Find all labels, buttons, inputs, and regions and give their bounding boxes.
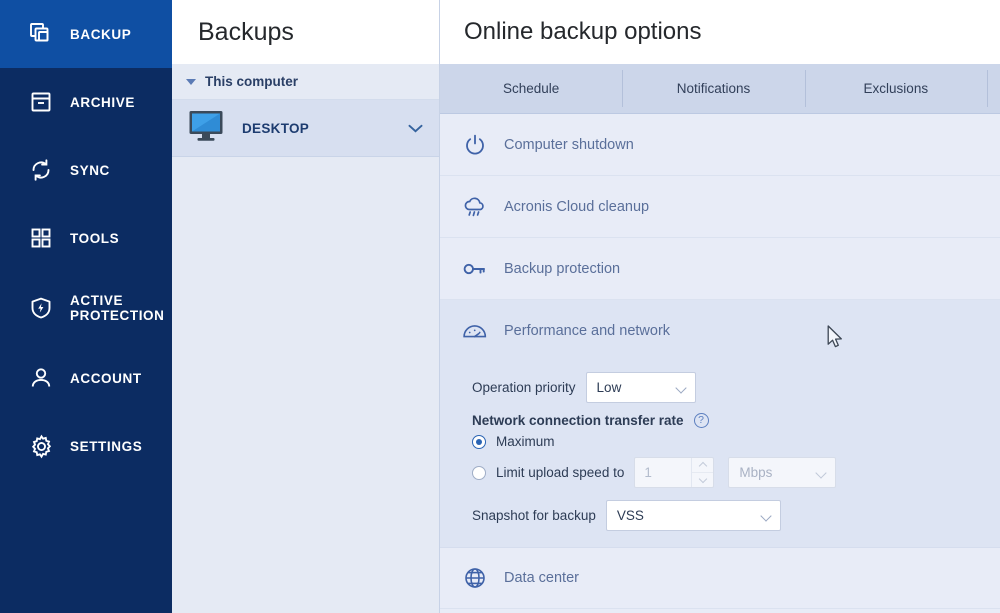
section-performance-and-network[interactable]: Performance and network [440,300,1000,362]
operation-priority-label: Operation priority [472,380,576,395]
sidebar-item-active-protection[interactable]: ACTIVE PROTECTION [0,272,172,344]
operation-priority-row: Operation priority Low [440,372,1000,403]
transfer-rate-maximum-row[interactable]: Maximum [440,434,1000,449]
upload-speed-stepper[interactable]: 1 [634,457,715,488]
archive-box-icon [26,87,56,117]
options-panel-header: Online backup options [440,0,1000,64]
snapshot-select-wrap: VSS [605,500,781,531]
caret-down-icon [186,78,196,85]
sidebar-item-label: BACKUP [70,26,132,42]
section-label: Performance and network [504,323,671,339]
section-computer-shutdown[interactable]: Computer shutdown [440,114,1000,176]
monitor-icon [188,109,226,148]
chevron-down-icon [698,474,708,483]
performance-and-network-body: Operation priority Low Network connectio… [440,362,1000,547]
upload-unit-select[interactable]: Mbps [728,457,837,488]
operation-priority-select[interactable]: Low [585,372,696,403]
sidebar-item-label: ACTIVE PROTECTION [70,293,165,323]
sidebar-item-sync[interactable]: SYNC [0,136,172,204]
sidebar-item-settings[interactable]: SETTINGS [0,412,172,480]
radio-limit-upload-speed[interactable] [472,465,486,480]
stepper-buttons [691,458,714,488]
snapshot-label: Snapshot for backup [472,508,596,523]
application-window: BACKUP ARCHIVE SYNC TOOLS ACTIVE PROTECT… [0,0,1000,613]
sidebar-item-label: SYNC [70,162,110,178]
tab-label: Schedule [503,81,560,96]
sidebar-item-label: ACCOUNT [70,370,142,386]
tab-label: Notifications [676,81,751,96]
snapshot-select[interactable]: VSS [605,500,781,531]
tab-exclusions[interactable]: Exclusions [804,64,987,113]
sidebar-item-tools[interactable]: TOOLS [0,204,172,272]
options-title: Online backup options [464,18,702,45]
tab-schedule[interactable]: Schedule [440,64,622,113]
section-data-center[interactable]: Data center [440,547,1000,609]
tabbar-right-edge [986,64,1000,113]
snapshot-row: Snapshot for backup VSS [440,500,1000,531]
tab-notifications[interactable]: Notifications [622,64,804,113]
section-backup-protection[interactable]: Backup protection [440,238,1000,300]
globe-icon [462,565,488,591]
section-label: Acronis Cloud cleanup [504,198,650,215]
page-title: Backups [198,17,294,46]
shield-bolt-icon [26,293,56,323]
upload-unit-select-wrap: Mbps [728,457,837,488]
backups-group-this-computer[interactable]: This computer [172,64,439,100]
sidebar-item-label: SETTINGS [70,438,143,454]
cloud-rain-icon [462,194,488,220]
backups-group-label: This computer [205,74,299,89]
upload-speed-value: 1 [644,465,652,480]
section-label: Data center [504,570,579,586]
transfer-rate-heading-row: Network connection transfer rate ? [440,413,1000,428]
main-sidebar: BACKUP ARCHIVE SYNC TOOLS ACTIVE PROTECT… [0,0,172,613]
backups-panel-header: Backups [172,0,439,64]
stepper-down-button[interactable] [692,473,713,488]
radio-maximum[interactable] [472,434,486,449]
section-acronis-cloud-cleanup[interactable]: Acronis Cloud cleanup [440,176,1000,238]
user-icon [26,363,56,393]
transfer-rate-label: Network connection transfer rate [472,413,684,428]
section-label: Computer shutdown [504,136,634,153]
tab-label: Exclusions [863,81,929,96]
speedometer-icon [462,318,488,344]
section-label: Backup protection [504,260,621,277]
sidebar-item-archive[interactable]: ARCHIVE [0,68,172,136]
grid-squares-icon [26,223,56,253]
stepper-up-button[interactable] [692,458,714,473]
backup-list-item-desktop[interactable]: DESKTOP [172,100,439,157]
backup-item-label: DESKTOP [242,120,310,136]
radio-limit-upload-speed-label: Limit upload speed to [496,465,625,480]
copy-stack-icon [26,19,56,49]
sidebar-item-backup[interactable]: BACKUP [0,0,172,68]
sync-arrows-icon [26,155,56,185]
gear-icon [26,431,56,461]
options-tabbar: Schedule Notifications Exclusions [440,64,1000,114]
key-icon [462,256,488,282]
chevron-up-icon [698,461,708,470]
transfer-rate-limit-row[interactable]: Limit upload speed to 1 Mbps [440,457,1000,488]
power-icon [462,132,488,158]
backups-list-panel: Backups This computer DESKTOP [172,0,440,613]
radio-maximum-label: Maximum [496,434,555,449]
chevron-down-icon[interactable] [408,122,423,135]
sidebar-item-label: TOOLS [70,230,120,246]
sidebar-item-account[interactable]: ACCOUNT [0,344,172,412]
sidebar-item-label: ARCHIVE [70,94,135,110]
operation-priority-select-wrap: Low [585,372,696,403]
options-panel: Online backup options Schedule Notificat… [440,0,1000,613]
help-circle-icon[interactable]: ? [693,413,709,428]
